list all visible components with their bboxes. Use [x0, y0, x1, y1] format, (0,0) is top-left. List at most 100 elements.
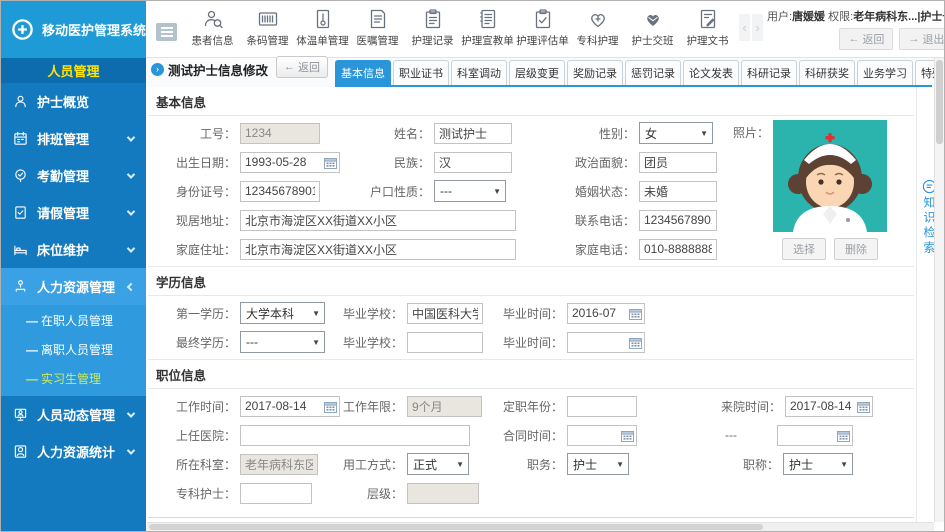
- tab-research-awards[interactable]: 科研获奖: [799, 60, 855, 85]
- toolbar-item-shift-handover[interactable]: 护士交班: [625, 8, 680, 48]
- calendar-icon[interactable]: [857, 401, 870, 413]
- grad-school2-field[interactable]: [407, 332, 483, 353]
- person-icon: [13, 94, 28, 109]
- contract-time-label: 合同时间：: [501, 427, 563, 444]
- grad-school1-field[interactable]: [407, 303, 483, 324]
- hospital-join-label: 来院时间：: [721, 398, 781, 415]
- barcode-icon: [257, 8, 279, 30]
- calendar-icon[interactable]: [621, 430, 634, 442]
- level-field[interactable]: [407, 483, 479, 504]
- department-field[interactable]: [240, 454, 318, 475]
- sidebar: 人员管理 护士概览 排班管理 考勤管理 请假管理 床位维护: [1, 58, 146, 532]
- tenure-year-field[interactable]: [567, 396, 637, 417]
- photo-block: 照片：: [725, 120, 887, 260]
- sidebar-item-bed-maintenance[interactable]: 床位维护: [1, 231, 146, 268]
- sidebar-item-nurse-overview[interactable]: 护士概览: [1, 83, 146, 120]
- sidebar-item-leave-management[interactable]: 请假管理: [1, 194, 146, 231]
- gender-select[interactable]: 女▼: [639, 122, 713, 144]
- tab-punishment-records[interactable]: 惩罚记录: [625, 60, 681, 85]
- duty-select[interactable]: 护士▼: [567, 453, 629, 475]
- professional-title-select[interactable]: 护士▼: [783, 453, 853, 475]
- toolbar-item-barcode[interactable]: 条码管理: [240, 8, 295, 48]
- marital-status-field[interactable]: [639, 181, 717, 202]
- calendar-icon[interactable]: [324, 157, 337, 169]
- section-title: 职位信息: [148, 360, 914, 389]
- menu-hamburger-icon[interactable]: [156, 23, 177, 41]
- sidebar-subitem-active-staff[interactable]: —在职人员管理: [1, 306, 146, 335]
- photo-delete-button[interactable]: 删除: [834, 238, 878, 260]
- tab-department-transfer[interactable]: 科室调动: [451, 60, 507, 85]
- current-address-field[interactable]: [240, 210, 516, 231]
- logout-button[interactable]: →退出: [899, 28, 945, 50]
- sidebar-header: 人员管理: [1, 58, 146, 83]
- toolbar-item-nursing-documents[interactable]: 护理文书: [680, 8, 735, 48]
- horizontal-scrollbar-thumb[interactable]: [149, 524, 763, 530]
- dash-bullet-icon: —: [26, 314, 38, 328]
- calendar-icon[interactable]: [629, 337, 642, 349]
- attendance-check-icon: [13, 168, 28, 183]
- toolbar-item-education-sheet[interactable]: 护理宣教单: [460, 8, 515, 48]
- toolbar-item-assessment-sheet[interactable]: 护理评估单: [515, 8, 570, 48]
- tab-professional-certificates[interactable]: 职业证书: [393, 60, 449, 85]
- tab-business-study[interactable]: 业务学习: [857, 60, 913, 85]
- toolbar-item-medical-orders[interactable]: 医嘱管理: [350, 8, 405, 48]
- grad-time-label: 毕业时间：: [501, 305, 563, 322]
- toolbar-item-patient-info[interactable]: 患者信息: [185, 8, 240, 48]
- sidebar-subitem-intern-management[interactable]: —实习生管理: [1, 364, 146, 393]
- political-status-field[interactable]: [639, 152, 717, 173]
- household-type-select[interactable]: ---▼: [434, 180, 506, 202]
- name-label: 姓名：: [370, 125, 430, 142]
- tab-reward-records[interactable]: 奖励记录: [567, 60, 623, 85]
- tab-paper-publication[interactable]: 论文发表: [683, 60, 739, 85]
- work-years-field[interactable]: [407, 396, 482, 417]
- section-title: 基本信息: [148, 87, 914, 116]
- work-years-label: 工作年限：: [343, 398, 403, 415]
- tab-level-change[interactable]: 层级变更: [509, 60, 565, 85]
- vertical-scrollbar-thumb[interactable]: [936, 60, 943, 144]
- page-back-button[interactable]: ←返回: [276, 56, 328, 78]
- home-phone-field[interactable]: [639, 239, 717, 260]
- first-degree-select[interactable]: 大学本科▼: [240, 302, 325, 324]
- tab-basic-info[interactable]: 基本信息: [335, 60, 391, 85]
- return-button[interactable]: ←返回: [839, 28, 893, 50]
- id-number-field[interactable]: [240, 181, 320, 202]
- handshake-heart-icon: [642, 8, 664, 30]
- contact-phone-field[interactable]: [639, 210, 717, 231]
- main-panel: › 测试护士信息修改 ←返回 基本信息 职业证书 科室调动 层级变更 奖励记录 …: [146, 58, 944, 532]
- level-label: 层级：: [343, 485, 403, 502]
- caret-down-icon: ▼: [616, 460, 624, 469]
- scroll-left-icon[interactable]: ‹: [739, 14, 750, 41]
- calendar-icon[interactable]: [324, 401, 337, 413]
- toolbar-item-nursing-record[interactable]: 护理记录: [405, 8, 460, 48]
- photo-select-button[interactable]: 选择: [782, 238, 826, 260]
- sidebar-item-personnel-dynamics[interactable]: 人员动态管理: [1, 396, 146, 433]
- home-address-field[interactable]: [240, 239, 516, 260]
- sidebar-item-hr-statistics[interactable]: 人力资源统计: [1, 433, 146, 470]
- sidebar-item-schedule-management[interactable]: 排班管理: [1, 120, 146, 157]
- employment-type-select[interactable]: 正式▼: [407, 453, 469, 475]
- user-box: 用户:唐媛媛 权限:老年病科东...|护士长 ←返回 →退出: [767, 1, 945, 50]
- name-field[interactable]: [434, 123, 512, 144]
- tab-research-records[interactable]: 科研记录: [741, 60, 797, 85]
- calendar-icon[interactable]: [837, 430, 850, 442]
- ethnicity-field[interactable]: [434, 152, 512, 173]
- scroll-right-icon[interactable]: ›: [752, 14, 763, 41]
- toolbar-item-temperature-sheet[interactable]: 体温单管理: [295, 8, 350, 48]
- vertical-scrollbar[interactable]: [934, 58, 944, 522]
- sidebar-subitem-resigned-staff[interactable]: —离职人员管理: [1, 335, 146, 364]
- horizontal-scrollbar[interactable]: [147, 522, 934, 531]
- toolbar-item-specialty-nursing[interactable]: 专科护理: [570, 8, 625, 48]
- duty-label: 职务：: [501, 456, 563, 473]
- sidebar-item-attendance-management[interactable]: 考勤管理: [1, 157, 146, 194]
- prev-hospital-field[interactable]: [240, 425, 470, 446]
- chevron-down-icon: [127, 244, 135, 252]
- calendar-icon[interactable]: [629, 308, 642, 320]
- emp-no-field[interactable]: [240, 123, 320, 144]
- sidebar-item-hr-management[interactable]: 人力资源管理: [1, 268, 146, 305]
- document-pen-icon: [697, 8, 719, 30]
- specialty-nurse-field[interactable]: [240, 483, 312, 504]
- chevron-down-icon: [127, 133, 135, 141]
- user-info: 用户:唐媛媛 权限:老年病科东...|护士长: [767, 8, 945, 24]
- final-degree-select[interactable]: ---▼: [240, 331, 325, 353]
- caret-down-icon: ▼: [312, 338, 320, 347]
